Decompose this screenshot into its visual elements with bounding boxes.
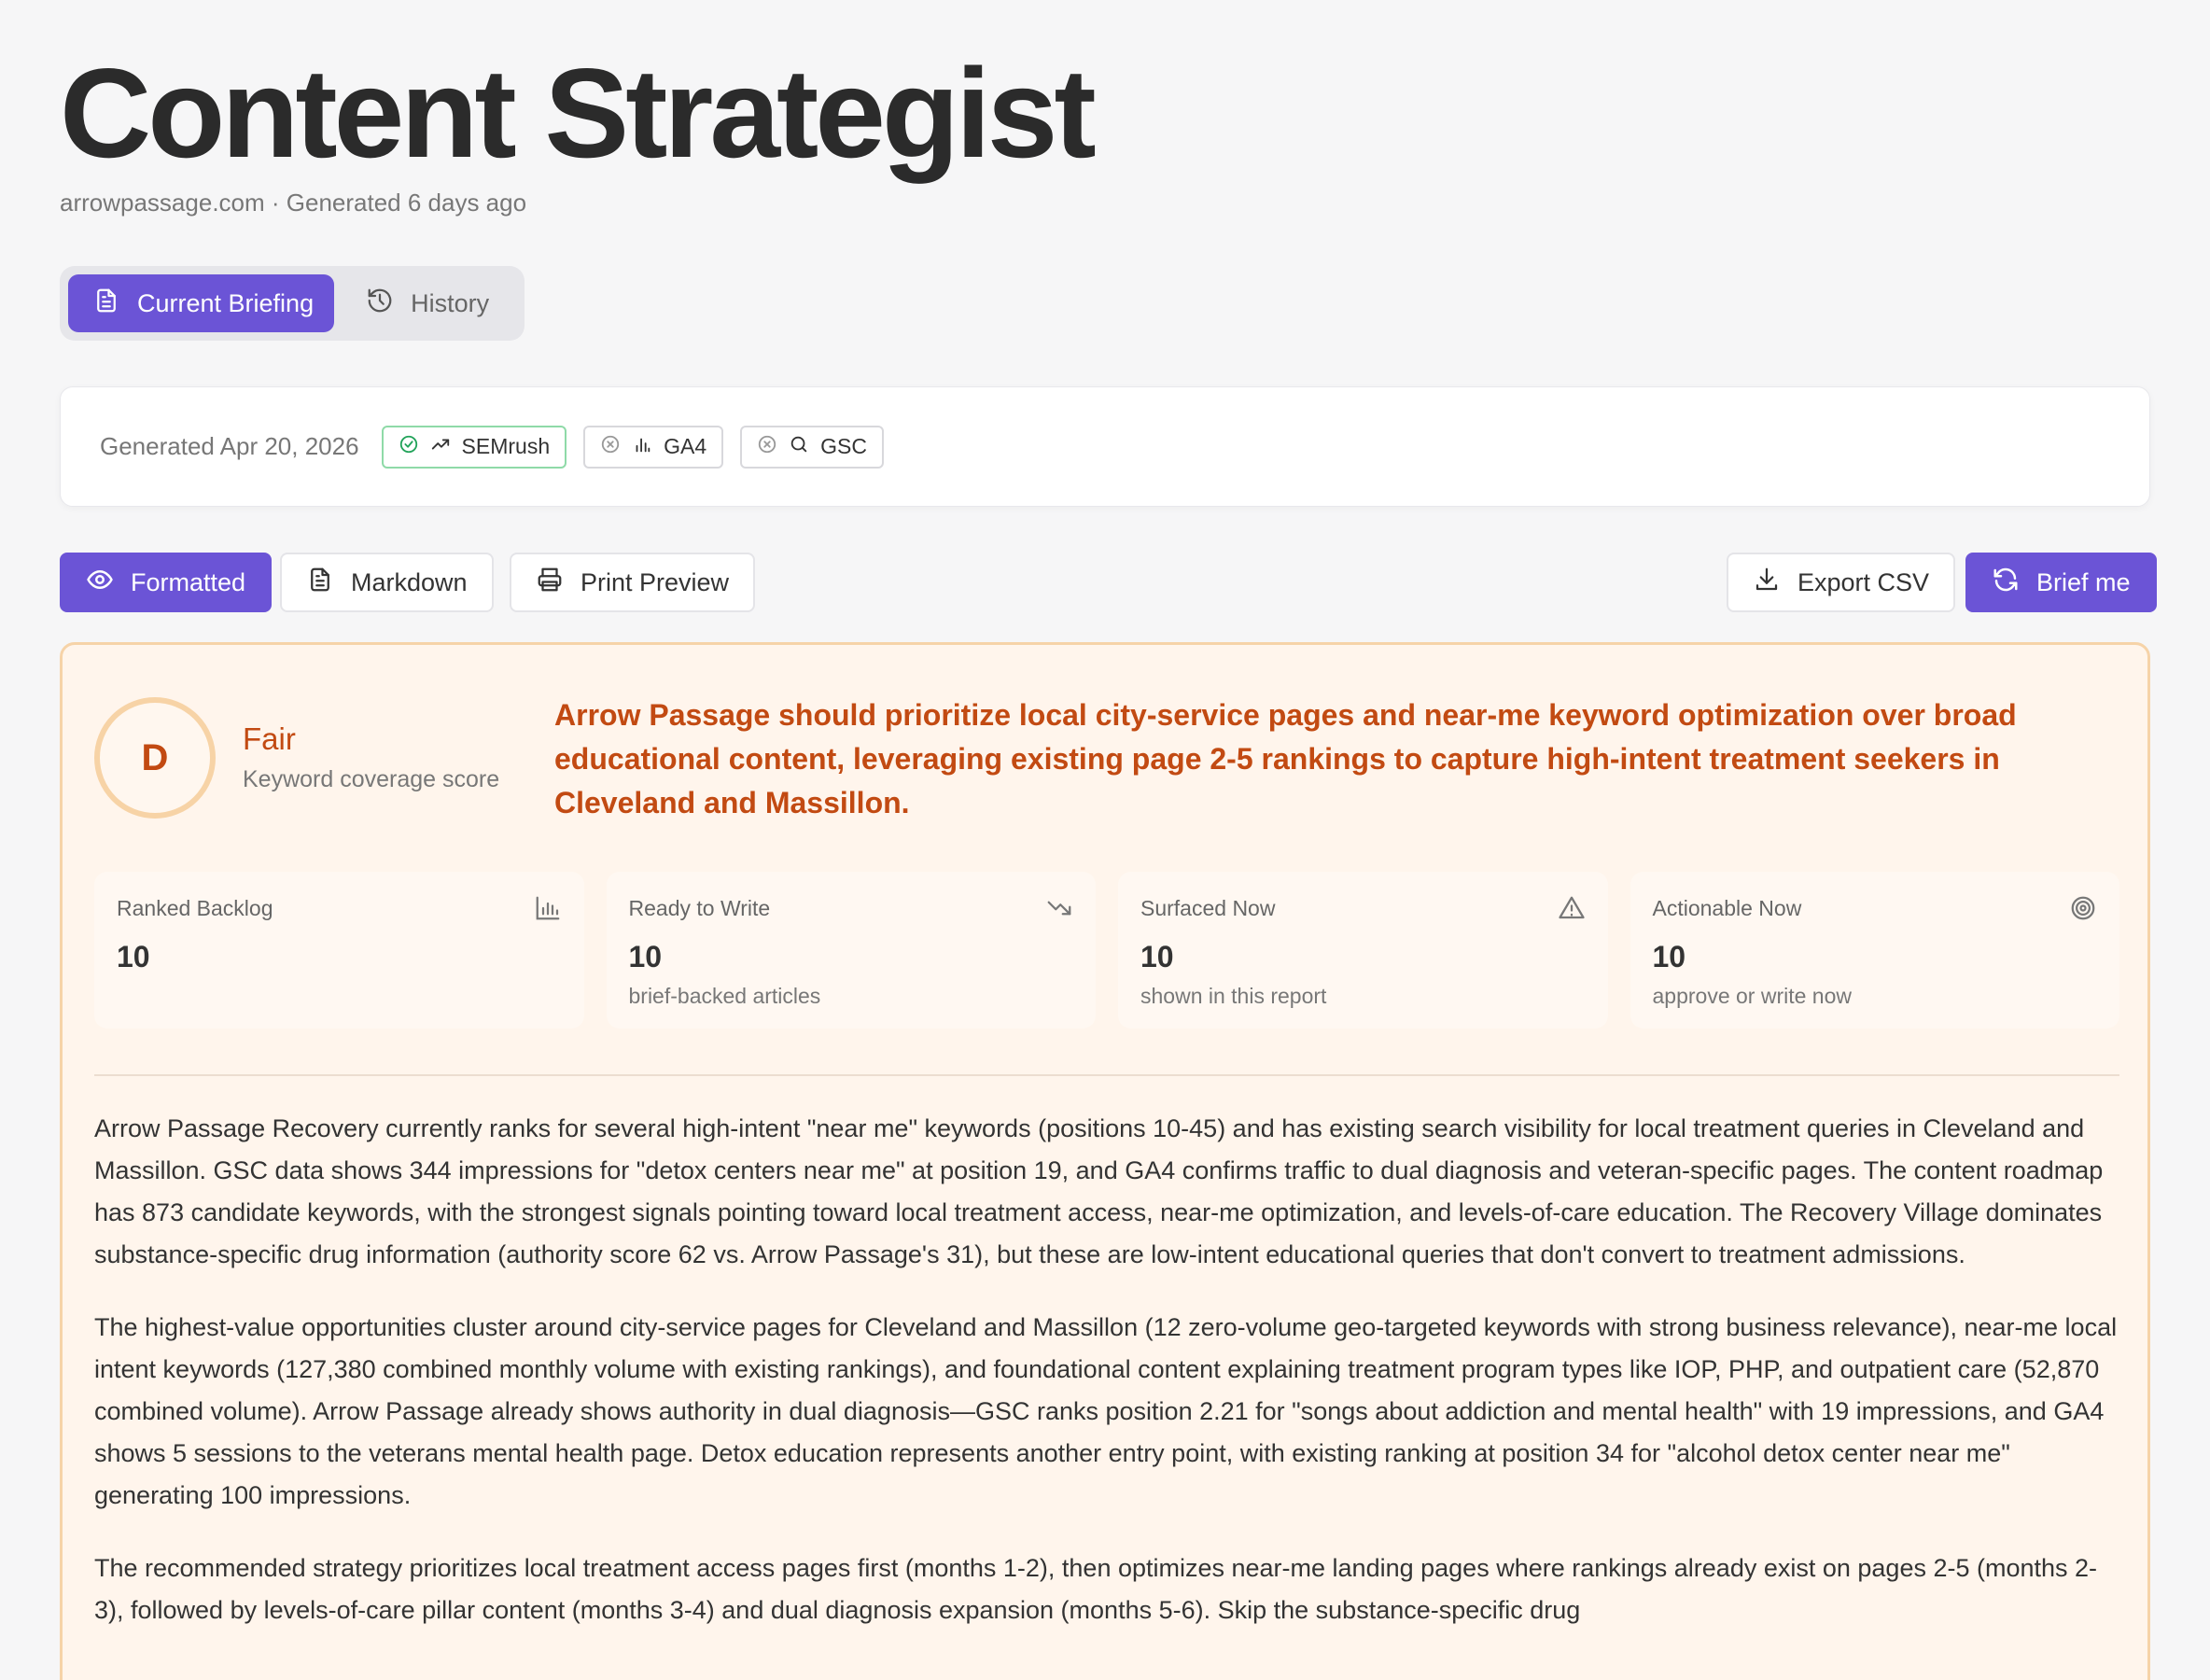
markdown-view-button[interactable]: Markdown	[280, 553, 494, 612]
stat-label: Surfaced Now	[1140, 896, 1276, 920]
history-icon	[366, 287, 394, 321]
briefing-body: Arrow Passage Recovery currently ranks f…	[94, 1108, 2119, 1662]
stat-sublabel: shown in this report	[1140, 984, 1327, 1008]
x-circle-icon	[600, 434, 621, 460]
tab-label: Current Briefing	[137, 288, 315, 317]
target-icon	[2069, 894, 2097, 922]
trending-down-icon	[1045, 894, 1073, 922]
briefing-paragraph: Arrow Passage Recovery currently ranks f…	[94, 1114, 2104, 1268]
briefing-paragraph: The highest-value opportunities cluster …	[94, 1313, 2118, 1509]
warning-icon	[1558, 894, 1586, 922]
print-preview-button[interactable]: Print Preview	[510, 553, 756, 612]
chip-label: GSC	[820, 434, 868, 458]
page-title: Content Strategist	[60, 42, 1097, 184]
bar-chart-icon	[534, 894, 562, 922]
view-tabs: Current Briefing History	[60, 266, 525, 341]
stat-card-surfaced-now: Surfaced Now 10 shown in this report	[1118, 872, 1608, 1029]
stat-value: 10	[1140, 940, 1174, 973]
stat-label: Actionable Now	[1652, 896, 1802, 920]
data-sources-bar: Generated Apr 20, 2026 SEMrush GA4 GSC	[60, 386, 2150, 507]
stat-card-actionable-now: Actionable Now 10 approve or write now	[1630, 872, 2119, 1029]
stat-sublabel: brief-backed articles	[628, 984, 821, 1008]
grade-description: Keyword coverage score	[243, 766, 500, 792]
x-circle-icon	[757, 434, 777, 460]
grade-label: Fair	[243, 721, 296, 756]
chip-label: GA4	[664, 434, 707, 458]
section-divider	[94, 1074, 2119, 1076]
download-icon	[1753, 566, 1781, 600]
formatted-view-button[interactable]: Formatted	[60, 553, 273, 612]
stat-card-ranked-backlog: Ranked Backlog 10	[94, 872, 584, 1029]
briefing-headline: Arrow Passage should prioritize local ci…	[554, 698, 2017, 819]
stat-label: Ready to Write	[628, 896, 771, 920]
button-label: Formatted	[131, 567, 246, 596]
button-label: Brief me	[2036, 567, 2131, 596]
bar-chart-icon	[632, 434, 652, 460]
stat-value: 10	[628, 940, 663, 973]
refresh-icon	[1992, 566, 2020, 600]
source-chip-gsc: GSC	[740, 425, 885, 469]
printer-icon	[536, 566, 564, 600]
briefing-paragraph: The recommended strategy prioritizes loc…	[94, 1554, 2098, 1624]
eye-icon	[86, 566, 114, 600]
button-label: Markdown	[351, 567, 468, 596]
check-circle-icon	[399, 434, 419, 460]
stat-sublabel: approve or write now	[1652, 984, 1853, 1008]
export-csv-button[interactable]: Export CSV	[1727, 553, 1956, 612]
trending-up-icon	[430, 434, 451, 460]
briefing-card: D Fair Keyword coverage score Arrow Pass…	[60, 642, 2150, 1680]
stat-label: Ranked Backlog	[117, 896, 273, 920]
tab-history[interactable]: History	[342, 274, 510, 332]
grade-badge: D	[94, 697, 216, 819]
brief-me-button[interactable]: Brief me	[1965, 553, 2157, 612]
document-icon	[306, 566, 334, 600]
chip-label: SEMrush	[461, 434, 551, 458]
tab-label: History	[411, 288, 490, 317]
stat-value: 10	[117, 940, 150, 973]
stats-row: Ranked Backlog 10 Ready to Write 10 brie…	[94, 872, 2119, 1029]
source-chip-semrush: SEMrush	[381, 425, 567, 469]
page-subtitle: arrowpassage.com · Generated 6 days ago	[60, 189, 527, 217]
source-chip-ga4: GA4	[583, 425, 724, 469]
stat-value: 10	[1652, 940, 1686, 973]
button-label: Print Preview	[580, 567, 730, 596]
generated-date: Generated Apr 20, 2026	[100, 432, 359, 460]
briefing-toolbar: Formatted Markdown Print Preview Export …	[60, 553, 2157, 612]
stat-card-ready-to-write: Ready to Write 10 brief-backed articles	[606, 872, 1096, 1029]
button-label: Export CSV	[1797, 567, 1930, 596]
tab-current-briefing[interactable]: Current Briefing	[68, 274, 335, 332]
document-icon	[92, 287, 120, 321]
search-icon	[789, 434, 809, 460]
